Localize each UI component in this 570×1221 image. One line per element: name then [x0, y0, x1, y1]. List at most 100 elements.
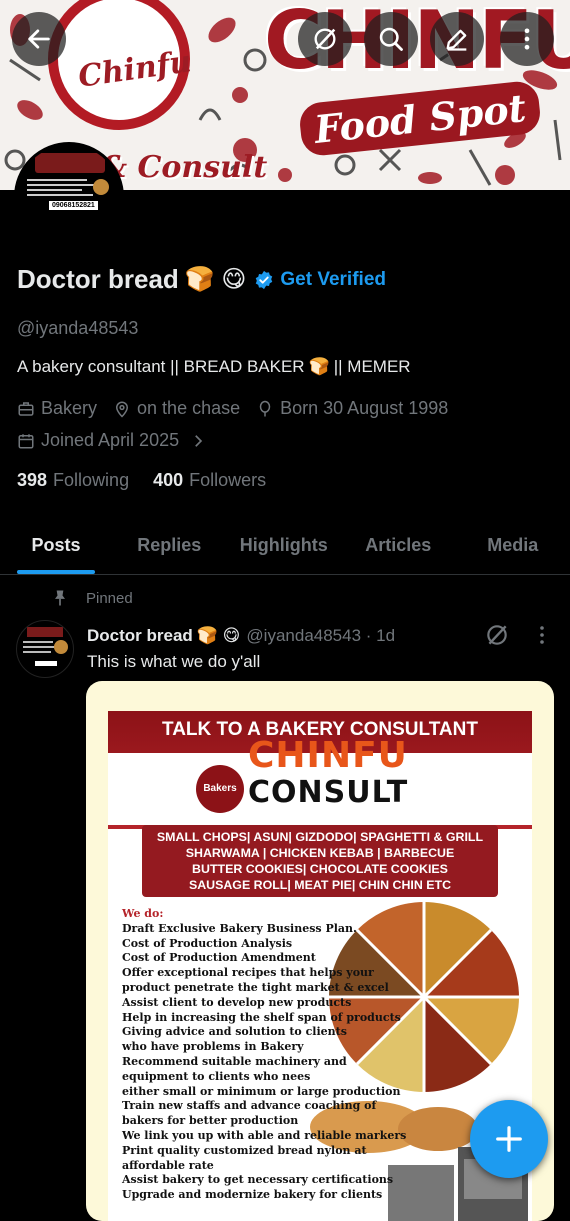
- back-button[interactable]: [12, 12, 66, 66]
- post-more-button[interactable]: [530, 622, 554, 653]
- verified-badge-icon: [254, 270, 274, 290]
- flyer-list-item: Assist bakery to get necessary certifica…: [122, 1173, 406, 1188]
- followers-link[interactable]: 400 Followers: [153, 470, 290, 491]
- chevron-right-icon: [189, 432, 207, 450]
- profile-avatar[interactable]: 09068152821: [14, 142, 124, 252]
- following-count: 398: [17, 470, 47, 491]
- flyer-list-item: either small or minimum or large product…: [122, 1085, 406, 1100]
- avatar-flyer-title: [35, 153, 105, 173]
- flyer-list-item: Draft Exclusive Bakery Business Plan.: [122, 922, 406, 937]
- search-icon: [377, 25, 405, 53]
- profile-tabs: Posts Replies Highlights Articles Media: [0, 516, 570, 575]
- search-button[interactable]: [364, 12, 418, 66]
- post-handle-time: @iyanda48543 · 1d: [246, 626, 395, 646]
- flyer-list-item: product penetrate the tight market & exc…: [122, 981, 406, 996]
- flyer-we-do: We do:: [122, 907, 406, 922]
- post-text: This is what we do y'all: [87, 652, 260, 672]
- bio-text-2: || MEMER: [334, 357, 411, 377]
- flyer-services: SMALL CHOPS| ASUN| GIZDODO| SPAGHETTI & …: [142, 825, 498, 897]
- profile-category-label: Bakery: [41, 398, 97, 419]
- followers-count: 400: [153, 470, 183, 491]
- flyer-list-item: Offer exceptional recipes that helps you…: [122, 966, 406, 981]
- post-grok-button[interactable]: [484, 622, 510, 653]
- more-vertical-icon: [530, 622, 554, 648]
- tab-articles[interactable]: Articles: [341, 516, 456, 574]
- flyer-list-item: We link you up with able and reliable ma…: [122, 1129, 406, 1144]
- follow-stats: 398 Following 400 Followers: [17, 470, 290, 491]
- tab-highlights[interactable]: Highlights: [227, 516, 342, 574]
- avatar-phone: 09068152821: [49, 201, 98, 210]
- profile-category: Bakery: [17, 398, 97, 419]
- flyer-brand: CHINFU: [248, 735, 408, 776]
- compose-post-button[interactable]: [470, 1100, 548, 1178]
- plus-icon: [494, 1124, 524, 1154]
- banner-consult-word: & Consult: [100, 150, 267, 185]
- flyer-bakers-badge: Bakers: [196, 765, 244, 813]
- flyer-service-line: SMALL CHOPS| ASUN| GIZDODO| SPAGHETTI & …: [142, 829, 498, 845]
- post-avatar-image: [17, 621, 73, 677]
- flyer-service-line: SAUSAGE ROLL| MEAT PIE| CHIN CHIN ETC: [142, 877, 498, 893]
- profile-name-row: Doctor bread 🍞 😋 Get Verified: [17, 264, 386, 295]
- profile-location-label: on the chase: [137, 398, 240, 419]
- profile-location: on the chase: [113, 398, 240, 419]
- arrow-left-icon: [25, 25, 53, 53]
- post-header: Doctor bread 🍞 😋 @iyanda48543 · 1d: [87, 626, 395, 646]
- more-button[interactable]: [500, 12, 554, 66]
- flyer-list-item: who have problems in Bakery: [122, 1040, 406, 1055]
- calendar-icon: [17, 432, 35, 450]
- flyer-list-item: Recommend suitable machinery and: [122, 1055, 406, 1070]
- flyer-list-item: Cost of Production Amendment: [122, 951, 406, 966]
- followers-label: Followers: [189, 470, 266, 491]
- bio-text-1: A bakery consultant || BREAD BAKER: [17, 357, 305, 377]
- flyer-list-item: Print quality customized bread nylon at: [122, 1144, 406, 1159]
- get-verified-button[interactable]: Get Verified: [254, 269, 386, 291]
- profile-birthday: Born 30 August 1998: [256, 398, 448, 419]
- profile-birthday-label: Born 30 August 1998: [280, 398, 448, 419]
- profile-joined[interactable]: Joined April 2025: [17, 430, 213, 451]
- following-link[interactable]: 398 Following: [17, 470, 153, 491]
- flyer-list-item: bakers for better production: [122, 1114, 406, 1129]
- grok-icon: [484, 622, 510, 648]
- flyer-list-item: Cost of Production Analysis: [122, 937, 406, 952]
- flyer-brand-2: CONSULT: [248, 775, 408, 810]
- profile-joined-label: Joined April 2025: [41, 430, 179, 451]
- flyer-list-item: affordable rate: [122, 1159, 406, 1174]
- pin-icon: [50, 588, 70, 608]
- pinned-label: Pinned: [86, 590, 133, 607]
- post-author-emojis: 🍞 😋: [197, 626, 241, 646]
- get-verified-label: Get Verified: [280, 269, 386, 291]
- tab-posts[interactable]: Posts: [0, 516, 112, 574]
- post-author-avatar[interactable]: [16, 620, 74, 678]
- profile-meta-row-1: Bakery on the chase Born 30 August 1998: [17, 398, 464, 419]
- edit-button[interactable]: [430, 12, 484, 66]
- balloon-icon: [256, 400, 274, 418]
- profile-name: Doctor bread: [17, 264, 179, 295]
- flyer-list-item: Train new staffs and advance coaching of: [122, 1099, 406, 1114]
- profile-name-emojis: 🍞 😋: [185, 265, 247, 294]
- location-pin-icon: [113, 400, 131, 418]
- flyer: TALK TO A BAKERY CONSULTANT Bakers CHINF…: [108, 711, 532, 1221]
- flyer-list-item: Upgrade and modernize bakery for clients: [122, 1188, 406, 1203]
- grok-button[interactable]: [298, 12, 352, 66]
- flyer-service-list: We do: Draft Exclusive Bakery Business P…: [122, 907, 406, 1203]
- edit-icon: [443, 25, 471, 53]
- pinned-indicator: Pinned: [50, 588, 133, 608]
- flyer-list-item: Giving advice and solution to clients: [122, 1025, 406, 1040]
- flyer-list-item: Help in increasing the shelf span of pro…: [122, 1011, 406, 1026]
- flyer-list-item: equipment to clients who nees: [122, 1070, 406, 1085]
- flyer-list-item: Assist client to develop new products: [122, 996, 406, 1011]
- bio-emoji: 🍞: [309, 357, 330, 377]
- flyer-service-line: BUTTER COOKIES| CHOCOLATE COOKIES: [142, 861, 498, 877]
- avatar-flyer-lines: [27, 179, 111, 203]
- tab-media[interactable]: Media: [456, 516, 570, 574]
- following-label: Following: [53, 470, 129, 491]
- profile-meta-row-2[interactable]: Joined April 2025: [17, 430, 229, 451]
- briefcase-icon: [17, 400, 35, 418]
- more-vertical-icon: [513, 25, 541, 53]
- profile-handle: @iyanda48543: [17, 318, 138, 339]
- tab-replies[interactable]: Replies: [112, 516, 227, 574]
- grok-icon: [311, 25, 339, 53]
- post-author-name[interactable]: Doctor bread: [87, 626, 193, 646]
- profile-bio: A bakery consultant || BREAD BAKER 🍞 || …: [17, 357, 411, 377]
- flyer-service-line: SHARWAMA | CHICKEN KEBAB | BARBECUE: [142, 845, 498, 861]
